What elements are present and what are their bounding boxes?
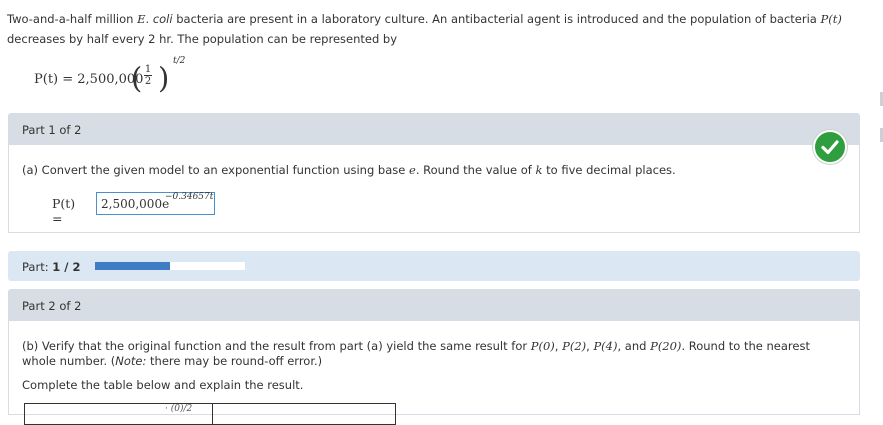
table-divider	[212, 404, 213, 424]
progress-panel: Part: 1 / 2	[8, 251, 860, 281]
q-a-text-1: (a) Convert the given model to an expone…	[22, 163, 409, 177]
intro-text-3: decreases by half every 2 hr. The popula…	[7, 32, 398, 46]
q-b-text-1: (b) Verify that the original function an…	[22, 339, 531, 353]
formula-fraction: 1 2	[144, 64, 152, 87]
answer-exponent: −0.34657t	[165, 192, 214, 202]
part2-header: Part 2 of 2	[8, 289, 860, 321]
check-icon	[813, 130, 847, 164]
answer-input[interactable]: 2,500,000e −0.34657t	[96, 192, 215, 215]
intro-text-1: Two-and-a-half million	[7, 12, 138, 26]
progress-label: Part: 1 / 2	[22, 260, 81, 274]
progress-track	[95, 262, 245, 270]
problem-statement: Two-and-a-half million E. coli bacteria …	[7, 9, 867, 49]
intro-text-2: bacteria are present in a laboratory cul…	[172, 12, 821, 26]
organism-genus: E.	[137, 12, 150, 26]
formula-lhs: P(t) = 2,500,000	[34, 72, 144, 87]
q-b-p0: P(0)	[530, 339, 555, 353]
right-paren: )	[158, 61, 170, 95]
part2-question: (b) Verify that the original function an…	[22, 339, 810, 368]
complete-instruction: Complete the table below and explain the…	[22, 378, 304, 392]
left-paren: (	[131, 61, 143, 95]
progress-value: 1 / 2	[52, 260, 81, 274]
organism-species: coli	[149, 12, 173, 26]
q-b-note-text: there may be round-off error.)	[146, 354, 323, 368]
part1-question: (a) Convert the given model to an expone…	[22, 163, 676, 177]
progress-fill	[95, 262, 170, 270]
answer-lhs: P(t) =	[52, 196, 76, 226]
fraction-numerator: 1	[144, 64, 152, 75]
q-b-p2: P(2)	[562, 339, 587, 353]
q-b-p20: P(20)	[650, 339, 682, 353]
q-a-text-2: . Round the value of	[415, 163, 536, 177]
part1-body	[8, 145, 860, 233]
formula-exponent: t/2	[173, 56, 186, 66]
part1-header: Part 1 of 2	[8, 113, 860, 145]
fraction-denominator: 2	[144, 76, 152, 87]
answer-table: · (0)/2	[24, 403, 396, 425]
answer-base: 2,500,000e	[101, 197, 170, 211]
q-a-text-3: to five decimal places.	[542, 163, 676, 177]
intro-pt: P(t)	[820, 12, 842, 26]
part1-title: Part 1 of 2	[22, 123, 82, 137]
q-b-and: and	[624, 339, 647, 353]
q-a-base: e	[409, 163, 416, 177]
table-header-fragment: · (0)/2	[165, 404, 193, 414]
part2-title: Part 2 of 2	[22, 299, 82, 313]
q-b-p4: P(4)	[593, 339, 618, 353]
q-b-note-label: Note:	[115, 354, 147, 368]
